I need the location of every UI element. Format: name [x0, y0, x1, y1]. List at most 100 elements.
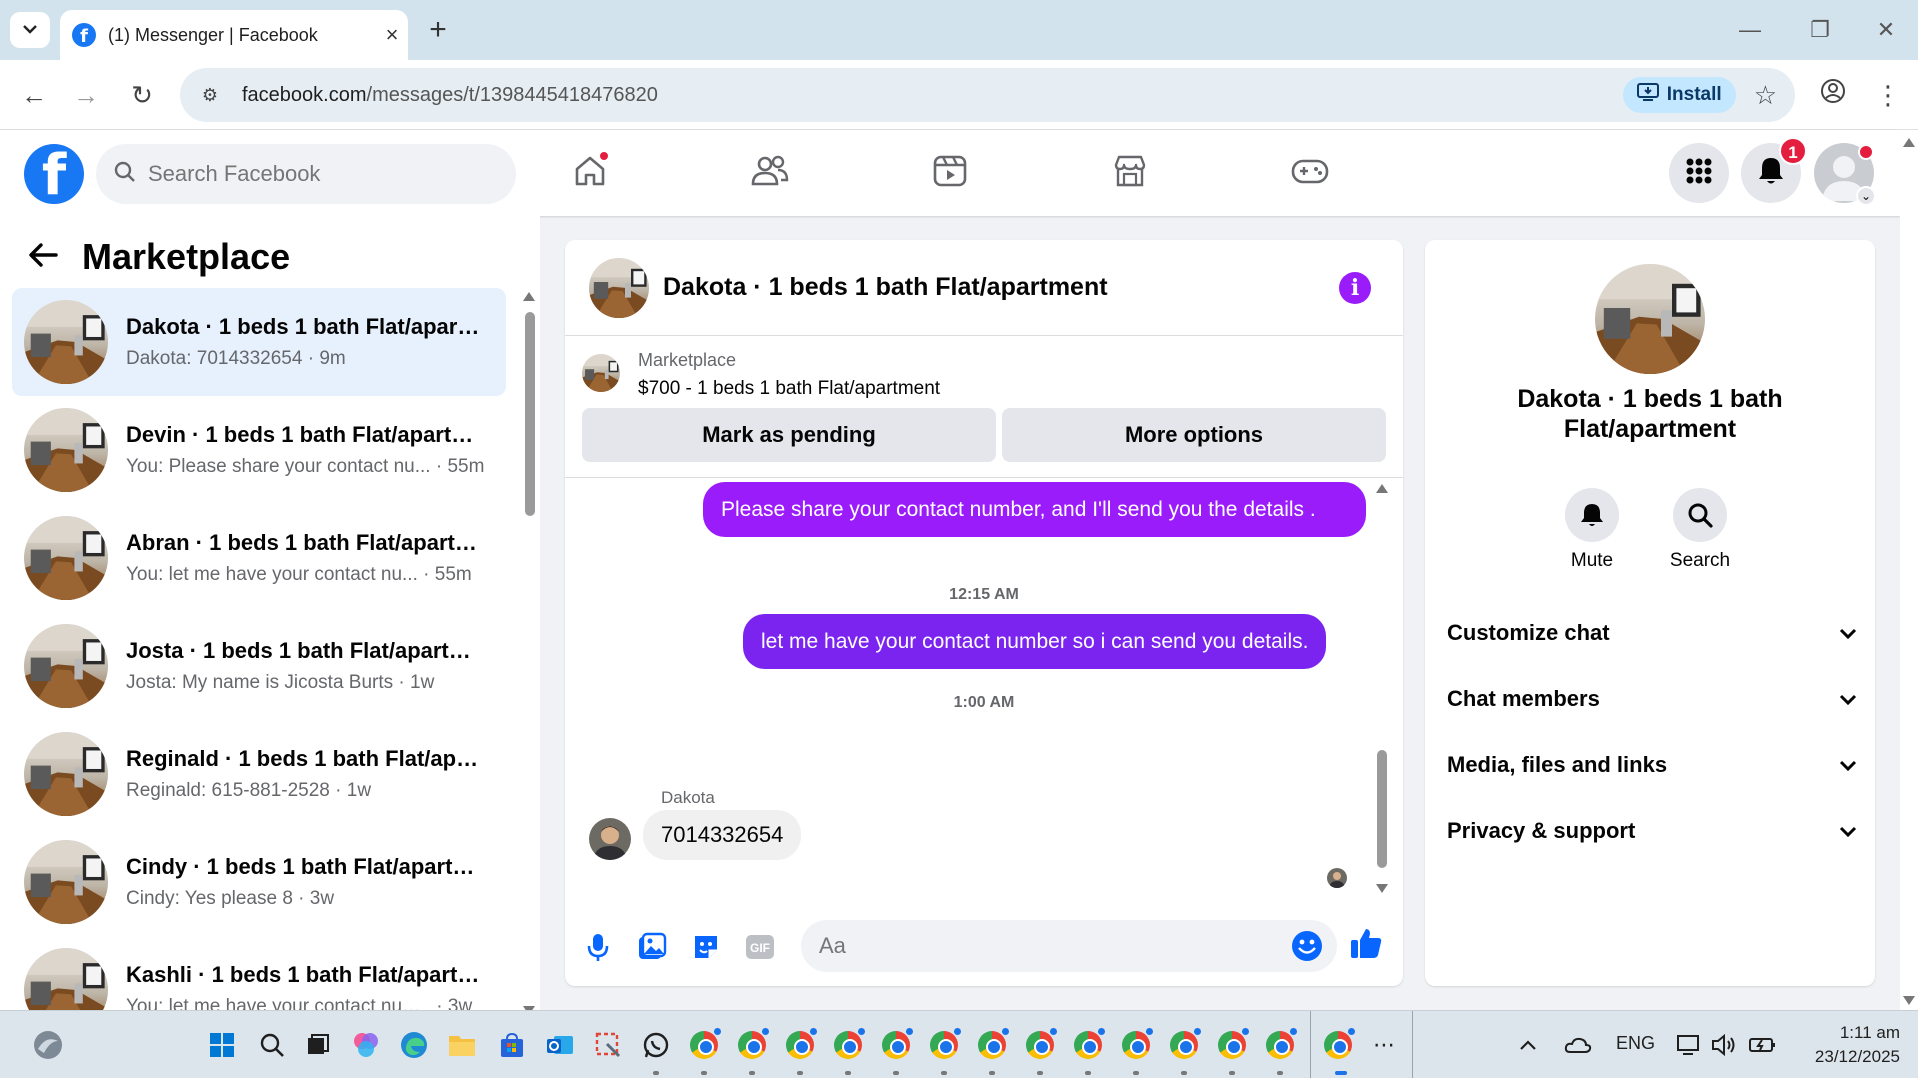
tray-chevron-up-icon[interactable]	[1512, 1029, 1544, 1061]
thumbs-up-icon[interactable]	[1349, 926, 1383, 960]
chat-scrollbar[interactable]	[1375, 484, 1389, 894]
store-icon[interactable]	[496, 1029, 528, 1061]
notifications-button[interactable]: 1	[1741, 137, 1807, 203]
outgoing-message[interactable]: Please share your contact number, and I'…	[703, 482, 1366, 537]
site-settings-icon[interactable]: ⚙	[198, 83, 222, 107]
snipping-tool-icon[interactable]	[592, 1029, 624, 1061]
scroll-up-icon[interactable]	[1376, 484, 1388, 493]
onedrive-icon[interactable]	[1562, 1029, 1594, 1061]
mute-button[interactable]: Mute	[1547, 488, 1637, 572]
system-clock[interactable]: 1:11 am 23/12/2025	[1790, 1021, 1900, 1069]
chrome-window-icon[interactable]	[784, 1028, 817, 1061]
language-indicator[interactable]: ENG	[1616, 1033, 1655, 1054]
search-in-chat-button[interactable]: Search	[1655, 488, 1745, 572]
scroll-thumb[interactable]	[525, 312, 535, 516]
profile-icon[interactable]	[1815, 77, 1851, 113]
facebook-search-input[interactable]	[148, 161, 468, 187]
copilot-icon[interactable]	[350, 1029, 382, 1061]
chrome-window-icon[interactable]	[1072, 1028, 1105, 1061]
conversation-item[interactable]: Abran · 1 beds 1 bath Flat/apartment You…	[12, 504, 506, 612]
volume-icon[interactable]	[1708, 1029, 1740, 1061]
chrome-window-icon[interactable]	[736, 1028, 769, 1061]
omnibox[interactable]: ⚙ facebook.com/messages/t/13984454184768…	[180, 68, 1795, 122]
chrome-window-icon[interactable]	[880, 1028, 913, 1061]
taskbar-search-icon[interactable]	[256, 1029, 288, 1061]
details-avatar[interactable]	[1595, 264, 1705, 374]
section-chat-members[interactable]: Chat members	[1447, 674, 1857, 724]
listing-thumbnail[interactable]	[582, 354, 620, 392]
battery-icon[interactable]	[1746, 1029, 1778, 1061]
nav-gaming[interactable]	[1280, 150, 1340, 196]
outgoing-message[interactable]: let me have your contact number so i can…	[743, 614, 1327, 669]
conversation-item[interactable]: Josta · 1 beds 1 bath Flat/apartment Jos…	[12, 612, 506, 720]
browser-menu-icon[interactable]: ⋮	[1870, 77, 1906, 113]
chat-avatar[interactable]	[589, 257, 649, 318]
page-scrollbar[interactable]	[1900, 130, 1918, 1010]
chrome-window-icon[interactable]	[1216, 1028, 1249, 1061]
file-explorer-icon[interactable]	[446, 1029, 478, 1061]
section-media-files-links[interactable]: Media, files and links	[1447, 740, 1857, 790]
conversation-item[interactable]: Devin · 1 beds 1 bath Flat/apartment You…	[12, 396, 506, 504]
mark-as-pending-button[interactable]: Mark as pending	[582, 408, 996, 462]
chrome-active-icon[interactable]	[1322, 1028, 1355, 1061]
microphone-icon[interactable]	[581, 930, 615, 964]
facebook-logo[interactable]: f	[24, 144, 84, 204]
start-icon[interactable]	[206, 1029, 238, 1061]
nav-video[interactable]	[920, 150, 980, 196]
network-icon[interactable]	[1672, 1029, 1704, 1061]
chrome-window-icon[interactable]	[928, 1028, 961, 1061]
photo-icon[interactable]	[635, 930, 669, 964]
whatsapp-icon[interactable]	[640, 1029, 672, 1061]
emoji-icon[interactable]	[1291, 930, 1323, 967]
scroll-up-icon[interactable]	[523, 292, 535, 301]
minimize-icon[interactable]: —	[1730, 12, 1770, 48]
url-text[interactable]: facebook.com/messages/t/1398445418476820	[242, 84, 1623, 107]
forward-icon[interactable]: →	[68, 77, 104, 113]
scroll-down-icon[interactable]	[1903, 996, 1915, 1005]
conversation-item[interactable]: Cindy · 1 beds 1 bath Flat/apartment Cin…	[12, 828, 506, 936]
chrome-window-icon[interactable]	[832, 1028, 865, 1061]
incoming-message[interactable]: 7014332654	[643, 810, 802, 860]
task-view-icon[interactable]	[302, 1029, 334, 1061]
chrome-window-icon[interactable]	[1168, 1028, 1201, 1061]
section-privacy-support[interactable]: Privacy & support	[1447, 806, 1857, 856]
new-tab-button[interactable]: +	[420, 12, 456, 48]
chrome-window-icon[interactable]	[1264, 1028, 1297, 1061]
section-customize-chat[interactable]: Customize chat	[1447, 608, 1857, 658]
widgets-icon[interactable]	[32, 1029, 64, 1061]
browser-tab[interactable]: f (1) Messenger | Facebook ×	[60, 10, 408, 60]
bookmark-star-icon[interactable]: ☆	[1754, 80, 1777, 111]
listing-price[interactable]: $700 - 1 beds 1 bath Flat/apartment	[638, 378, 940, 400]
conversation-item[interactable]: Reginald · 1 beds 1 bath Flat/apartment …	[12, 720, 506, 828]
chrome-window-icon[interactable]	[1024, 1028, 1057, 1061]
install-app-button[interactable]: Install	[1622, 77, 1736, 113]
more-apps-icon[interactable]: ⋯	[1368, 1029, 1400, 1061]
gif-icon[interactable]: GIF	[743, 930, 777, 964]
conversation-item[interactable]: Dakota · 1 beds 1 bath Flat/apartment Da…	[12, 288, 506, 396]
edge-icon[interactable]	[398, 1029, 430, 1061]
message-input-box[interactable]	[801, 920, 1337, 972]
reload-icon[interactable]: ↻	[124, 77, 160, 113]
sidebar-scrollbar[interactable]	[522, 292, 536, 1010]
chrome-window-icon[interactable]	[688, 1028, 721, 1061]
scroll-thumb[interactable]	[1377, 750, 1387, 868]
facebook-search[interactable]	[96, 144, 516, 204]
nav-home[interactable]	[560, 150, 620, 196]
conversation-item[interactable]: Kashli · 1 beds 1 bath Flat/apartment Yo…	[12, 936, 506, 1010]
info-icon[interactable]: i	[1339, 272, 1371, 304]
chat-title[interactable]: Dakota · 1 beds 1 bath Flat/apartment	[663, 273, 1108, 302]
menu-button[interactable]	[1669, 143, 1729, 203]
back-arrow-icon[interactable]	[28, 238, 58, 277]
scroll-up-icon[interactable]	[1903, 138, 1915, 147]
close-tab-icon[interactable]: ×	[376, 22, 408, 48]
restore-icon[interactable]: ❐	[1800, 12, 1840, 48]
back-icon[interactable]: ←	[16, 77, 52, 113]
outlook-icon[interactable]	[544, 1029, 576, 1061]
chrome-window-icon[interactable]	[976, 1028, 1009, 1061]
nav-marketplace[interactable]	[1100, 150, 1160, 196]
nav-friends[interactable]	[740, 150, 800, 196]
close-window-icon[interactable]: ✕	[1866, 12, 1906, 48]
message-input[interactable]	[819, 933, 1259, 959]
sender-avatar[interactable]	[589, 818, 631, 860]
tab-search-button[interactable]	[10, 12, 50, 48]
